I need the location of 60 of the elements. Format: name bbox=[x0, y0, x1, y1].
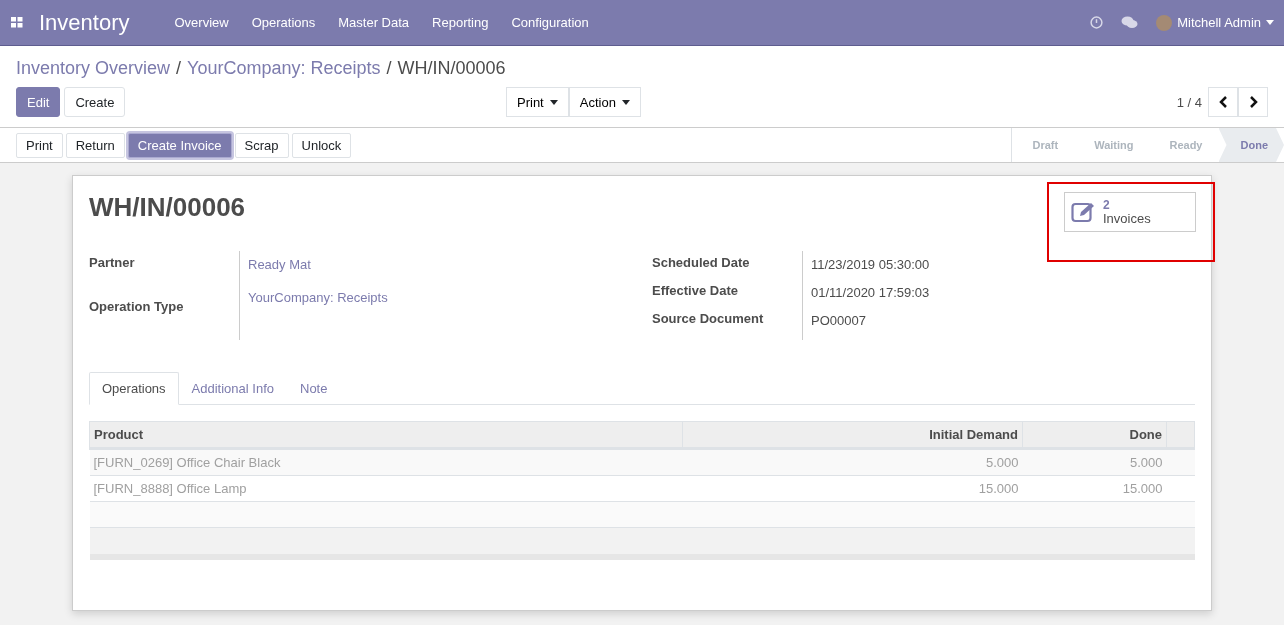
table-cell: [FURN_8888] Office Lamp bbox=[89, 475, 683, 502]
field-label: Partner bbox=[89, 254, 136, 272]
field-value[interactable]: Ready Mat bbox=[248, 257, 624, 272]
breadcrumb[interactable]: YourCompany: Receipts bbox=[187, 58, 381, 79]
caret-icon bbox=[621, 99, 630, 105]
invoices-label: Invoices bbox=[1103, 212, 1151, 226]
tab[interactable]: Operations bbox=[89, 372, 179, 405]
header-button[interactable]: Scrap bbox=[234, 132, 289, 158]
previous-button[interactable] bbox=[1208, 87, 1238, 117]
table-cell: 15.000 bbox=[682, 475, 1023, 502]
app-title: Inventory bbox=[39, 9, 130, 36]
caret-icon bbox=[1266, 20, 1274, 25]
chevron-left-icon bbox=[1218, 96, 1228, 108]
pager-value: 1 / 4 bbox=[1176, 94, 1202, 110]
breadcrumb-separator: / bbox=[386, 58, 392, 79]
chat-icon[interactable] bbox=[1121, 16, 1139, 29]
table-cell: 5.000 bbox=[1022, 448, 1167, 476]
breadcrumb[interactable]: Inventory Overview bbox=[16, 58, 171, 79]
dropdown-button[interactable]: Action bbox=[568, 87, 641, 117]
tab[interactable]: Note bbox=[287, 372, 341, 405]
tab[interactable]: Additional Info bbox=[178, 372, 287, 405]
clock-icon[interactable] bbox=[1090, 16, 1104, 29]
field-label: Scheduled Date bbox=[652, 254, 751, 271]
table-cell: 5.000 bbox=[682, 448, 1023, 476]
form-button[interactable]: Edit bbox=[16, 87, 61, 117]
form-button[interactable]: Create bbox=[64, 87, 126, 117]
invoice-count: 2 bbox=[1103, 198, 1110, 212]
current-record-name: WH/IN/00006 bbox=[397, 58, 506, 79]
menu-item[interactable]: Reporting bbox=[432, 15, 489, 30]
caret-icon bbox=[549, 99, 558, 105]
breadcrumb-separator: / bbox=[176, 58, 182, 79]
table-cell: [FURN_0269] Office Chair Black bbox=[89, 448, 683, 476]
menu-item[interactable]: Overview bbox=[174, 15, 229, 30]
header-button[interactable]: Return bbox=[65, 132, 125, 158]
invoices-smart-button[interactable]: 2 Invoices bbox=[1064, 192, 1196, 232]
header-button[interactable]: Print bbox=[16, 132, 63, 158]
user-name[interactable]: Mitchell Admin bbox=[1177, 15, 1261, 30]
field-value[interactable]: YourCompany: Receipts bbox=[248, 290, 624, 305]
record-title: WH/IN/00006 bbox=[89, 192, 246, 223]
column-header[interactable]: Initial Demand bbox=[682, 421, 1023, 449]
header-button[interactable]: Create Invoice bbox=[127, 132, 232, 158]
field-label: Effective Date bbox=[652, 282, 739, 299]
field-value: 01/11/2020 17:59:03 bbox=[811, 285, 931, 300]
menu-item[interactable]: Master Data bbox=[338, 15, 410, 30]
column-header[interactable]: Product bbox=[89, 421, 683, 449]
field-value: PO00007 bbox=[811, 313, 867, 328]
status-stage[interactable]: Done bbox=[1218, 128, 1284, 162]
menu-item[interactable]: Configuration bbox=[511, 15, 589, 30]
apps-menu-icon[interactable] bbox=[11, 17, 23, 28]
table-cell: 15.000 bbox=[1022, 475, 1167, 502]
next-button[interactable] bbox=[1238, 87, 1268, 117]
dropdown-button[interactable]: Print bbox=[506, 87, 569, 117]
field-label: Source Document bbox=[652, 310, 765, 327]
field-value: 11/23/2019 05:30:00 bbox=[811, 257, 931, 272]
edit-icon bbox=[1071, 201, 1097, 223]
field-label: Operation Type bbox=[89, 298, 185, 316]
menu-item[interactable]: Operations bbox=[251, 15, 316, 30]
chevron-right-icon bbox=[1248, 96, 1258, 108]
header-button[interactable]: Unlock bbox=[291, 132, 352, 158]
column-header[interactable]: Done bbox=[1022, 421, 1167, 449]
